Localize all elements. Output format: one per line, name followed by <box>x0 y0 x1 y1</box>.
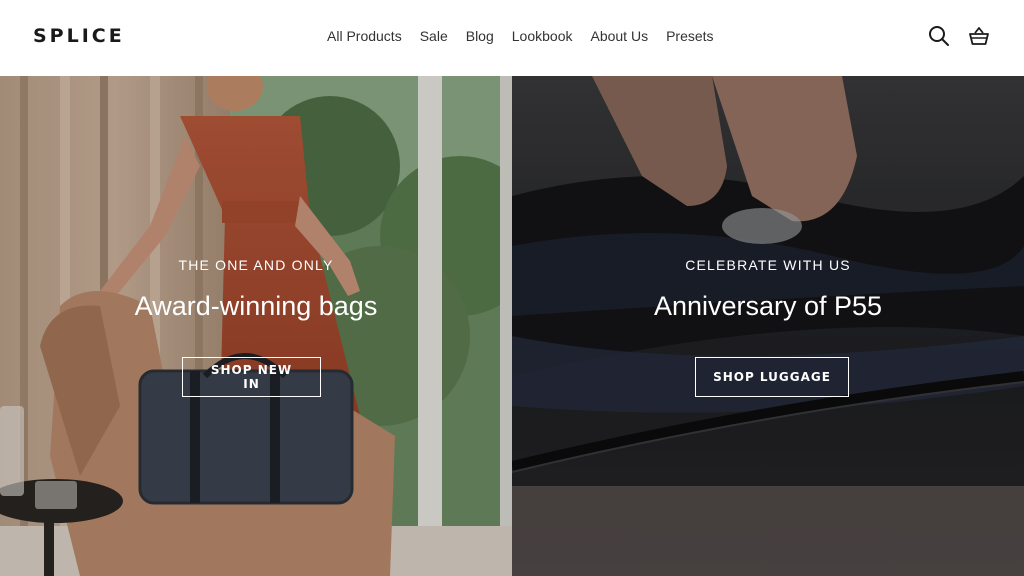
nav-blog[interactable]: Blog <box>466 28 494 44</box>
bags-eyebrow: THE ONE AND ONLY <box>178 257 334 273</box>
nav-all-products[interactable]: All Products <box>327 28 402 44</box>
site-header: SPLICE All Products Sale Blog Lookbook A… <box>0 0 1024 76</box>
bags-headline: Award-winning bags <box>134 291 378 321</box>
nav-sale[interactable]: Sale <box>420 28 448 44</box>
luggage-headline: Anniversary of P55 <box>653 291 883 321</box>
nav-about-us[interactable]: About Us <box>590 28 648 44</box>
nav-lookbook[interactable]: Lookbook <box>512 28 573 44</box>
hero-panel-bags[interactable]: THE ONE AND ONLY Award-winning bags SHOP… <box>0 76 512 576</box>
hero-section: THE ONE AND ONLY Award-winning bags SHOP… <box>0 76 1024 576</box>
luggage-eyebrow: CELEBRATE WITH US <box>685 257 851 273</box>
luggage-hero-content: CELEBRATE WITH US Anniversary of P55 SHO… <box>512 76 1024 576</box>
header-actions <box>928 25 990 47</box>
hero-panel-luggage[interactable]: CELEBRATE WITH US Anniversary of P55 SHO… <box>512 76 1024 576</box>
main-nav: All Products Sale Blog Lookbook About Us… <box>327 28 732 44</box>
site-logo[interactable]: SPLICE <box>33 25 125 47</box>
shop-new-in-button[interactable]: SHOP NEW IN <box>182 357 321 397</box>
basket-icon[interactable] <box>968 25 990 47</box>
nav-presets[interactable]: Presets <box>666 28 713 44</box>
search-icon[interactable] <box>928 25 950 47</box>
bags-hero-content: THE ONE AND ONLY Award-winning bags SHOP… <box>0 76 512 576</box>
shop-luggage-button[interactable]: SHOP LUGGAGE <box>695 357 849 397</box>
